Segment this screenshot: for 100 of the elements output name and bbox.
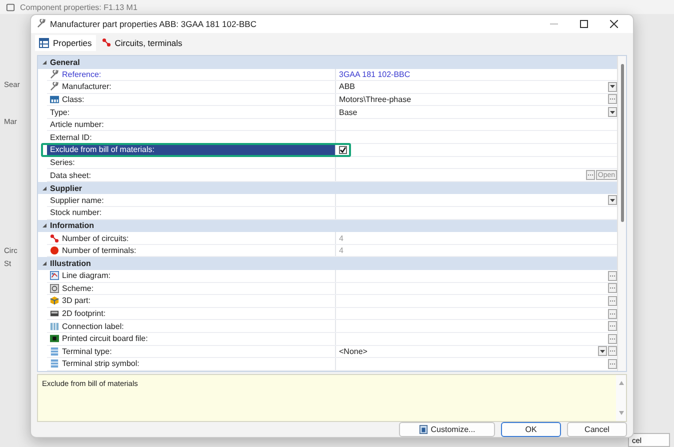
property-label-cell[interactable]: Data sheet: (47, 169, 336, 181)
property-label-cell[interactable]: Connection label: (47, 320, 336, 332)
caret-icon (610, 198, 615, 203)
collapse-icon[interactable] (42, 186, 47, 191)
terminal-icon (50, 246, 59, 256)
property-label: Exclude from bill of materials: (50, 145, 154, 154)
dialog-title: Manufacturer part properties ABB: 3GAA 181 102-BBC (50, 18, 258, 29)
property-label-cell[interactable]: Article number: (47, 118, 336, 130)
terminal-block-icon (50, 359, 59, 368)
scheme-icon (50, 284, 59, 293)
label-icon (50, 322, 59, 331)
property-label: Reference: (62, 70, 102, 79)
section-header[interactable]: Information (38, 220, 617, 232)
table-icon (39, 38, 49, 48)
property-label-cell[interactable]: External ID: (47, 131, 336, 144)
property-label-cell[interactable]: Supplier name: (47, 194, 336, 206)
caret-icon (610, 110, 615, 115)
wrench-icon (37, 19, 46, 28)
property-label-cell[interactable]: 3D part: (47, 295, 336, 307)
scroll-down-icon[interactable] (618, 411, 624, 415)
property-label-cell[interactable]: 2D footprint: (47, 308, 336, 320)
circuit-icon (50, 234, 59, 243)
customize-button[interactable]: Customize... (399, 422, 495, 437)
property-value: ABB (339, 82, 356, 92)
ellipsis-button[interactable] (608, 270, 617, 281)
property-label: Stock number: (50, 208, 102, 218)
class-icon (50, 94, 59, 104)
maximize-icon[interactable] (580, 20, 588, 28)
property-label-cell[interactable]: Number of circuits: (47, 232, 336, 244)
cube-icon (50, 296, 59, 306)
property-label: Type: (50, 108, 70, 117)
property-label: Terminal strip symbol: (62, 359, 140, 368)
ellipsis-button[interactable] (608, 308, 617, 319)
window-icon (6, 2, 15, 12)
section-header[interactable]: Illustration (38, 257, 617, 270)
property-label: Series: (50, 158, 75, 167)
dropdown-button[interactable] (608, 107, 617, 118)
tab[interactable]: Circuits, terminals (98, 34, 186, 51)
dropdown-button[interactable] (608, 195, 617, 206)
document-icon (418, 425, 428, 434)
tab[interactable]: Properties (35, 34, 96, 51)
diagram-icon (50, 271, 59, 280)
property-label: Number of circuits: (62, 234, 129, 243)
ellipsis-button[interactable] (608, 358, 617, 369)
property-label-cell[interactable]: Reference: (47, 68, 336, 80)
property-label-cell[interactable]: Manufacturer: (47, 81, 336, 93)
ellipsis-button[interactable] (608, 346, 617, 356)
property-label-cell[interactable]: Number of terminals: (47, 244, 336, 256)
checkbox[interactable] (339, 146, 347, 154)
section-title: Information (50, 221, 94, 230)
property-value: <None> (339, 346, 368, 356)
ellipsis-button[interactable] (608, 334, 617, 344)
property-label-cell[interactable]: Terminal strip symbol: (47, 358, 336, 370)
property-label: Terminal type: (62, 346, 112, 356)
property-value: Base (339, 108, 358, 117)
caret-icon (610, 84, 615, 90)
property-label-cell[interactable]: Type: (47, 106, 336, 118)
caret-icon (600, 348, 605, 354)
close-icon[interactable] (610, 20, 618, 28)
wrench-icon (50, 70, 59, 79)
property-label: Number of terminals: (62, 246, 136, 256)
property-label-cell[interactable]: Stock number: (47, 207, 336, 219)
scrollbar-thumb[interactable] (620, 64, 624, 222)
property-label-cell[interactable]: Printed circuit board file: (47, 332, 336, 345)
wrench-icon (50, 82, 59, 92)
section-header[interactable]: Supplier (38, 182, 617, 194)
collapse-icon[interactable] (42, 60, 47, 65)
property-label: Manufacturer: (62, 82, 112, 92)
property-label: Data sheet: (50, 170, 91, 180)
circuit-icon (102, 38, 111, 48)
ellipsis-button[interactable] (586, 170, 595, 180)
circuit-board-icon (50, 334, 59, 344)
cancel-button[interactable]: Cancel (567, 422, 627, 437)
property-label-cell[interactable]: Class: (47, 94, 336, 106)
window-title: Component properties: F1.13 M1 (20, 2, 138, 12)
collapse-icon[interactable] (42, 223, 47, 228)
property-label: 3D part: (62, 296, 90, 306)
dropdown-button[interactable] (598, 346, 607, 356)
property-label-cell[interactable]: Scheme: (47, 282, 336, 294)
property-label-cell[interactable]: Line diagram: (47, 270, 336, 282)
collapse-icon[interactable] (42, 261, 47, 266)
property-label: 2D footprint: (62, 309, 106, 318)
property-value: 4 (339, 234, 344, 243)
dropdown-button[interactable] (608, 82, 617, 92)
property-label: Line diagram: (62, 271, 110, 280)
property-label-cell[interactable]: Series: (47, 156, 336, 168)
section-header[interactable]: General (38, 56, 617, 68)
section-title: Supplier (50, 184, 82, 193)
ok-button[interactable]: OK (501, 422, 561, 437)
property-label: Printed circuit board file: (62, 334, 148, 344)
section-title: Illustration (50, 259, 91, 268)
ellipsis-button[interactable] (608, 296, 617, 306)
ellipsis-button[interactable] (608, 94, 617, 104)
scroll-up-icon[interactable] (618, 381, 624, 386)
ellipsis-button[interactable] (608, 321, 617, 332)
property-label: Article number: (50, 120, 104, 130)
ellipsis-button[interactable] (608, 283, 617, 294)
property-label-cell[interactable]: Terminal type: (47, 346, 336, 358)
link[interactable]: 3GAA 181 102-BBC (339, 70, 617, 79)
property-label: Class: (62, 94, 84, 104)
